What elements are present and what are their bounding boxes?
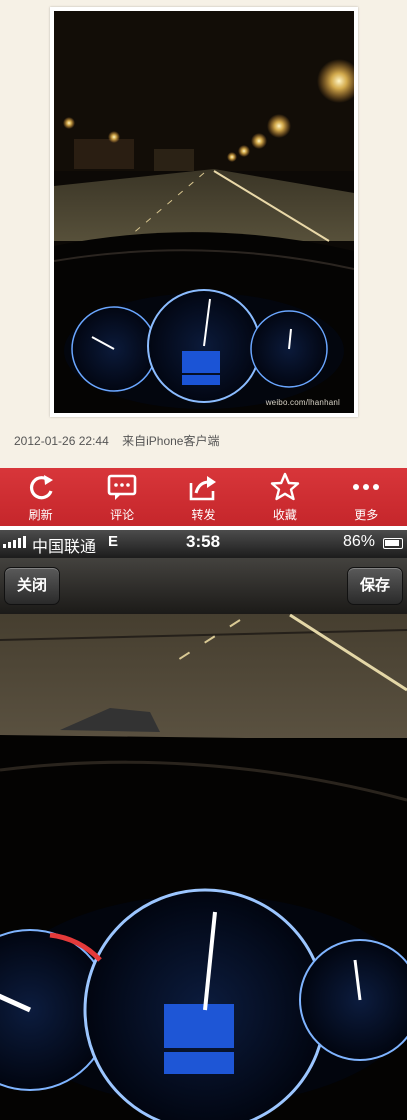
post-source[interactable]: 来自iPhone客户端 [122,434,219,448]
photo-watermark: weibo.com/lhanhanl [265,398,340,407]
comment-button[interactable]: 评论 [87,468,157,526]
page: weibo.com/lhanhanl 2012-01-26 22:44 来自iP… [0,0,407,1120]
signal-strength-icon [3,536,26,548]
more-label: 更多 [354,508,379,522]
post-photo-frame[interactable]: weibo.com/lhanhanl [50,7,358,417]
favorite-label: 收藏 [272,508,297,522]
more-button[interactable]: 更多 [331,468,401,526]
repost-button[interactable]: 转发 [168,468,238,526]
save-button[interactable]: 保存 [346,567,403,605]
image-viewer-navbar: 关闭 保存 [0,558,407,614]
battery-icon [383,538,403,549]
post-photo: weibo.com/lhanhanl [54,11,354,413]
zoomed-dashboard-image [0,530,407,1120]
comment-label: 评论 [110,508,135,522]
ios-status-bar: 中国联通 E 3:58 86% [0,530,407,558]
action-toolbar: 刷新 评论 转发 收藏 更多 [0,468,407,526]
close-button[interactable]: 关闭 [4,567,61,605]
repost-icon [190,476,217,501]
network-type: E [108,533,119,550]
repost-label: 转发 [191,508,216,522]
refresh-button[interactable]: 刷新 [6,468,76,526]
status-time: 3:58 [186,532,221,551]
refresh-label: 刷新 [28,508,53,522]
refresh-icon [29,475,53,500]
night-dashboard-image [54,11,354,413]
weibo-post-card: weibo.com/lhanhanl 2012-01-26 22:44 来自iP… [0,0,407,468]
more-icon [353,484,380,490]
carrier-name: 中国联通 [32,539,97,556]
post-timestamp: 2012-01-26 22:44 [14,434,109,448]
battery-percentage: 86% [343,533,376,550]
favorite-button[interactable]: 收藏 [250,468,320,526]
iphone-image-viewer: 中国联通 E 3:58 86% 关闭 保存 [0,530,407,1120]
star-icon [270,472,300,501]
post-meta: 2012-01-26 22:44 来自iPhone客户端 [14,432,229,449]
comment-icon [107,474,137,500]
